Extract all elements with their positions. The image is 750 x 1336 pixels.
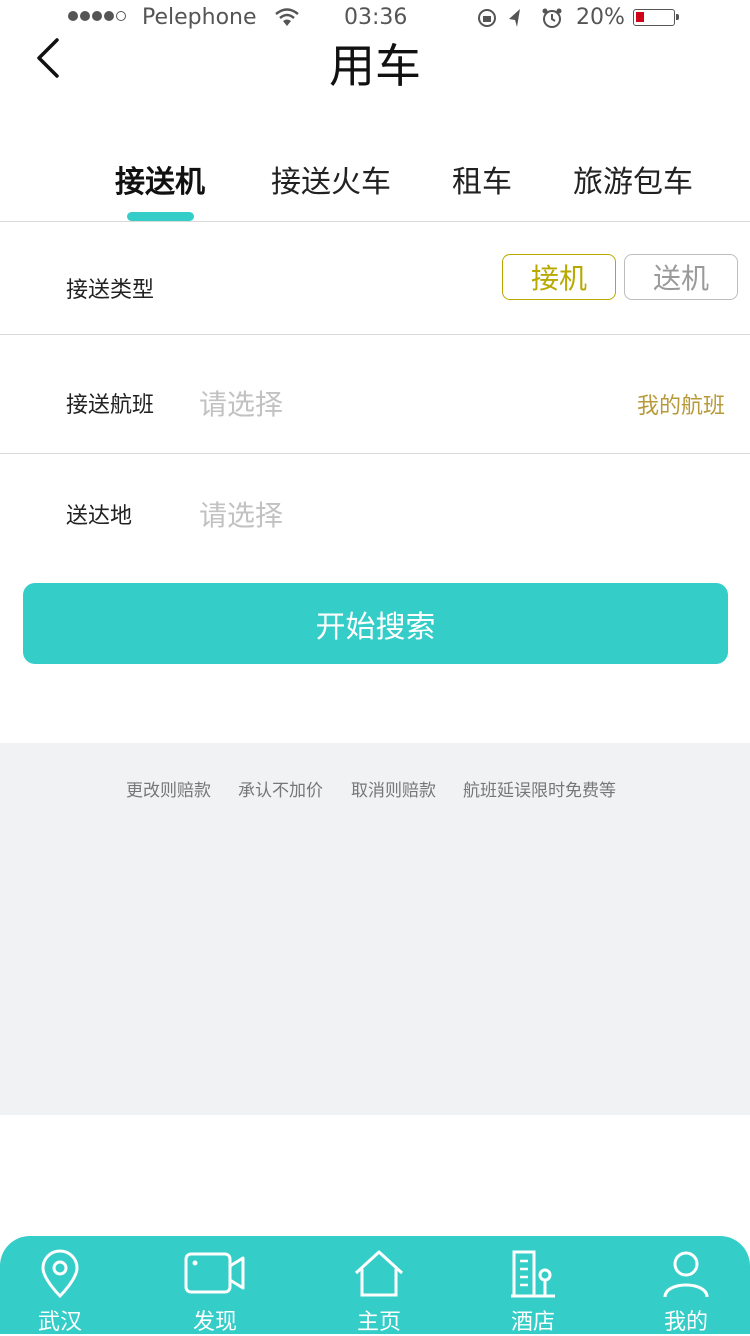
signal-strength-icon — [68, 11, 126, 21]
tab-travel-charter[interactable]: 旅游包车 — [573, 157, 693, 201]
wifi-icon — [275, 8, 299, 26]
tab-car-rental[interactable]: 租车 — [452, 157, 512, 201]
nav-label: 主页 — [356, 1310, 401, 1335]
feature-item: 承认不加价 — [238, 781, 323, 801]
divider — [0, 334, 750, 335]
dropoff-toggle-button[interactable]: 送机 — [624, 254, 738, 300]
transfer-type-label: 接送类型 — [66, 278, 155, 303]
nav-label: 酒店 — [510, 1310, 555, 1335]
my-flights-link[interactable]: 我的航班 — [637, 388, 725, 420]
flight-label: 接送航班 — [66, 393, 155, 418]
divider — [0, 453, 750, 454]
flight-select-field[interactable]: 请选择 — [199, 383, 283, 423]
destination-select-field[interactable]: 请选择 — [199, 494, 283, 534]
feature-item: 航班延误限时免费等 — [463, 781, 616, 801]
feature-item: 取消则赔款 — [351, 781, 436, 801]
nav-item-me[interactable]: 我的 — [626, 1236, 746, 1335]
battery-icon — [633, 9, 679, 26]
nav-label: 发现 — [192, 1310, 237, 1335]
tab-airport-transfer[interactable]: 接送机 — [115, 157, 205, 201]
status-time: 03:36 — [344, 5, 408, 30]
tab-train-transfer[interactable]: 接送火车 — [271, 157, 391, 201]
user-icon — [663, 1251, 709, 1298]
nav-label: 武汉 — [37, 1310, 82, 1335]
pickup-toggle-button[interactable]: 接机 — [502, 254, 616, 300]
start-search-button[interactable]: 开始搜索 — [23, 583, 728, 664]
divider — [0, 221, 750, 222]
nav-item-home[interactable]: 主页 — [319, 1236, 439, 1335]
home-icon — [354, 1250, 404, 1297]
hotel-icon — [511, 1250, 555, 1298]
carrier-name: Pelephone — [142, 5, 257, 30]
location-pin-icon — [41, 1249, 79, 1299]
page-title: 用车 — [329, 39, 421, 93]
nav-item-discover[interactable]: 发现 — [155, 1236, 275, 1335]
nav-label: 我的 — [663, 1310, 708, 1335]
active-tab-indicator — [127, 212, 194, 221]
battery-percent: 20% — [576, 5, 625, 30]
destination-label: 送达地 — [66, 504, 133, 529]
status-icons — [478, 8, 562, 28]
video-camera-icon — [184, 1252, 245, 1294]
feature-item: 更改则赔款 — [126, 781, 211, 801]
nav-item-hotel[interactable]: 酒店 — [473, 1236, 593, 1335]
nav-item-wuhan[interactable]: 武汉 — [0, 1236, 120, 1335]
